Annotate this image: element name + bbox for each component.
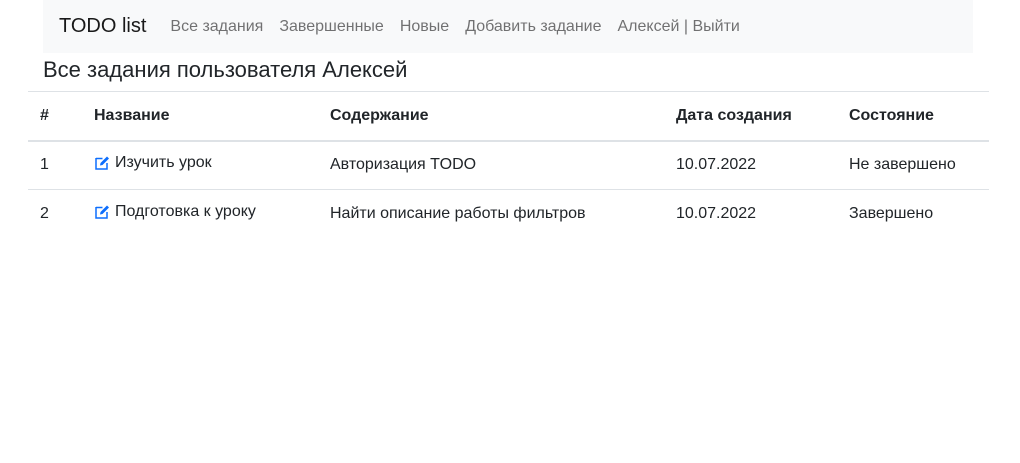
navbar: TODO list Все задания Завершенные Новые …	[43, 0, 973, 53]
edit-icon[interactable]	[94, 204, 110, 220]
header-date: Дата создания	[676, 106, 792, 124]
nav-link-add-task[interactable]: Добавить задание	[465, 18, 601, 36]
navbar-brand[interactable]: TODO list	[59, 15, 146, 38]
task-edit-link[interactable]: Подготовка к уроку	[94, 203, 256, 221]
page-title: Все задания пользователя Алексей	[43, 57, 408, 82]
row-content: Авторизация TODO	[330, 156, 477, 174]
row-name-cell: Изучить урок	[82, 141, 318, 190]
row-name-cell: Подготовка к уроку	[82, 190, 318, 239]
task-edit-link[interactable]: Изучить урок	[94, 154, 212, 172]
task-name: Изучить урок	[115, 154, 212, 172]
nav-link-all-tasks[interactable]: Все задания	[170, 18, 263, 36]
row-status: Не завершено	[849, 156, 956, 174]
row-date: 10.07.2022	[676, 156, 757, 174]
tasks-table: # Название Содержание Дата создания Сост…	[28, 91, 989, 239]
row-num: 1	[40, 156, 49, 174]
task-name: Подготовка к уроку	[115, 203, 256, 221]
row-status: Завершено	[849, 205, 934, 223]
table-header-row: # Название Содержание Дата создания Сост…	[28, 91, 989, 141]
table-row: 2 Подготовка к уроку Найти описание рабо…	[28, 190, 989, 239]
header-name: Название	[94, 106, 170, 124]
header-num: #	[40, 106, 49, 124]
nav-link-completed[interactable]: Завершенные	[279, 18, 383, 36]
row-content: Найти описание работы фильтров	[330, 205, 586, 223]
nav-link-new[interactable]: Новые	[400, 18, 449, 36]
edit-icon[interactable]	[94, 155, 110, 171]
nav-link-user-logout[interactable]: Алексей | Выйти	[617, 18, 739, 36]
row-date: 10.07.2022	[676, 205, 757, 223]
header-status: Состояние	[849, 106, 934, 124]
header-content: Содержание	[330, 106, 429, 124]
table-row: 1 Изучить урок Авторизация TODO 10.07.20…	[28, 141, 989, 190]
row-num: 2	[40, 205, 49, 223]
